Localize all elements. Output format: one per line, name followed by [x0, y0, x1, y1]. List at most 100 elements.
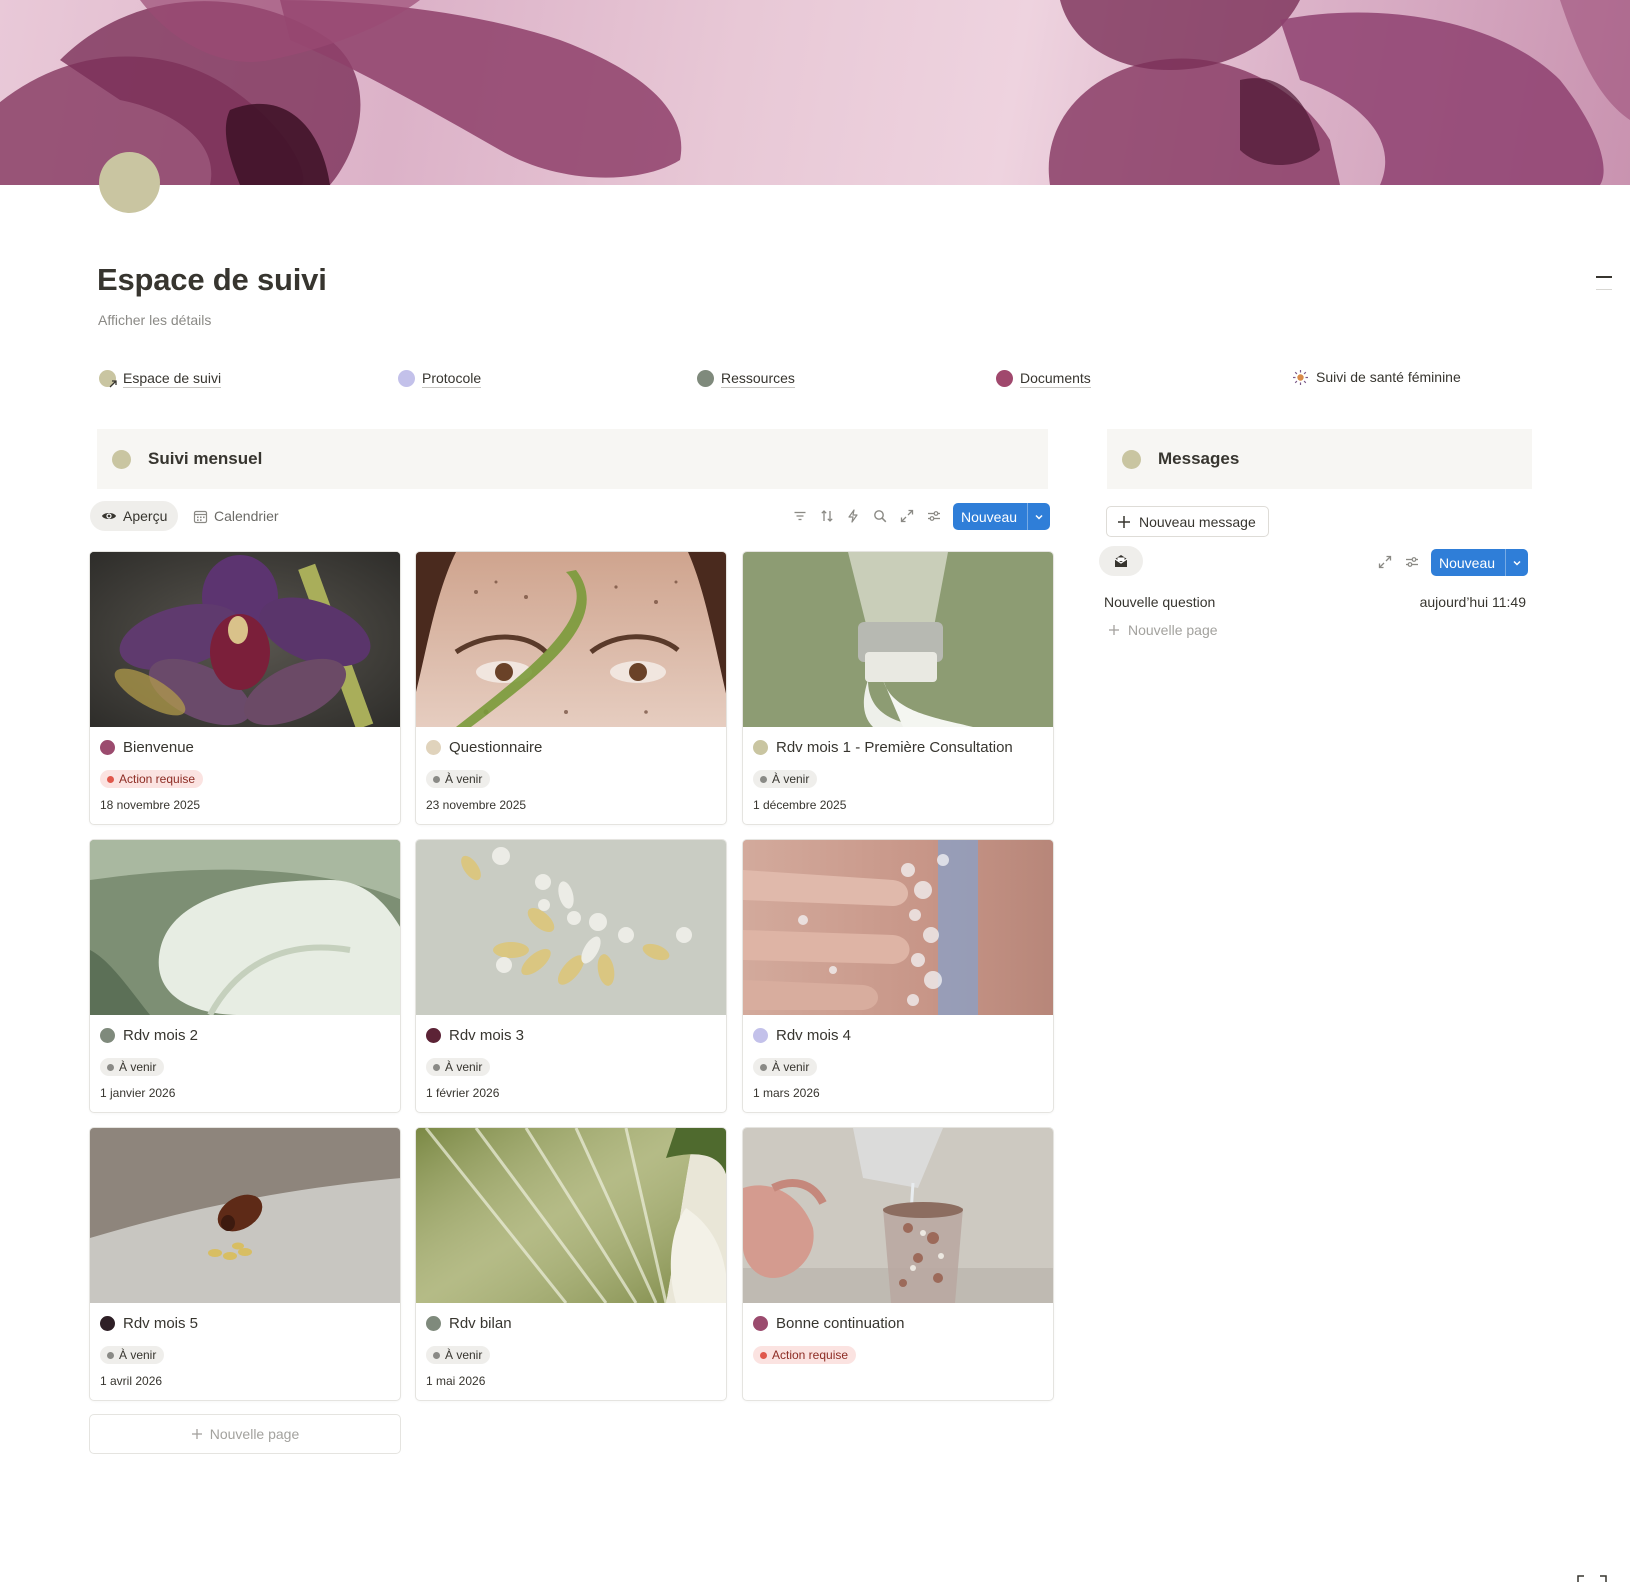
card-title: Rdv mois 4: [753, 1027, 851, 1044]
search-icon[interactable]: [871, 507, 889, 525]
tab-label: Calendrier: [214, 508, 279, 524]
chevron-down-icon[interactable]: [1028, 503, 1050, 530]
new-button-label: Nouveau: [953, 503, 1029, 530]
card-name: Rdv bilan: [449, 1315, 512, 1332]
card-date: 1 mai 2026: [426, 1374, 486, 1388]
card-rdv-mois-4[interactable]: Rdv mois 4 À venir 1 mars 2026: [742, 839, 1054, 1113]
new-page-button[interactable]: Nouvelle page: [89, 1414, 401, 1454]
status-badge: À venir: [753, 770, 818, 788]
status-dot-icon: [753, 740, 768, 755]
new-message-record-button[interactable]: Nouveau: [1431, 549, 1529, 576]
tab-inbox[interactable]: [1099, 546, 1143, 576]
status-text: À venir: [772, 1060, 810, 1074]
card-rdv-mois-1[interactable]: Rdv mois 1 - Première Consultation À ven…: [742, 551, 1054, 825]
card-name: Rdv mois 2: [123, 1027, 199, 1044]
status-text: À venir: [119, 1348, 157, 1362]
message-title: Nouvelle question: [1104, 594, 1216, 610]
card-cover-image: [416, 552, 726, 727]
nav-link-ressources[interactable]: Ressources: [697, 369, 795, 388]
status-badge: À venir: [753, 1058, 818, 1076]
card-date: 1 janvier 2026: [100, 1086, 176, 1100]
card-questionnaire[interactable]: Questionnaire À venir 23 novembre 2025: [415, 551, 727, 825]
suivi-mensuel-header: Suivi mensuel: [97, 429, 1048, 489]
status-text: À venir: [119, 1060, 157, 1074]
card-cover-image: [90, 552, 400, 727]
status-dot-icon: [100, 740, 115, 755]
status-dot-icon: [426, 740, 441, 755]
plus-icon: [1109, 625, 1119, 635]
section-title: Messages: [1158, 449, 1240, 468]
nav-link-label: Suivi de santé féminine: [1316, 369, 1461, 385]
chevron-down-icon[interactable]: [1506, 549, 1528, 576]
status-badge: À venir: [426, 1058, 491, 1076]
section-dot-icon: [112, 449, 131, 469]
new-message-button[interactable]: Nouveau message: [1106, 506, 1269, 537]
status-dot-icon: [426, 1028, 441, 1043]
messages-header: Messages: [1107, 429, 1532, 489]
tab-calendrier[interactable]: Calendrier: [182, 501, 290, 531]
sun-icon: [1292, 369, 1309, 386]
card-rdv-mois-5[interactable]: Rdv mois 5 À venir 1 avril 2026: [89, 1127, 401, 1401]
link-dot-icon: [398, 370, 415, 387]
status-dot-icon: [753, 1316, 768, 1331]
card-cover-image: [743, 552, 1053, 727]
nav-link-documents[interactable]: Documents: [996, 369, 1091, 388]
status-badge: À venir: [100, 1346, 165, 1364]
status-dot-icon: [100, 1028, 115, 1043]
status-text: Action requise: [772, 1348, 849, 1362]
nav-link-espace-de-suivi[interactable]: Espace de suivi: [99, 369, 222, 388]
nav-link-protocole[interactable]: Protocole: [398, 369, 482, 388]
show-details-link[interactable]: Afficher les détails: [98, 312, 211, 328]
new-message-page-button[interactable]: Nouvelle page: [1108, 622, 1218, 638]
card-bonne-continuation[interactable]: Bonne continuation Action requise: [742, 1127, 1054, 1401]
card-title: Rdv mois 1 - Première Consultation: [753, 739, 1013, 756]
status-text: À venir: [772, 772, 810, 786]
card-name: Rdv mois 1 - Première Consultation: [776, 739, 1013, 756]
expand-icon[interactable]: [898, 507, 916, 525]
link-dot-icon: [697, 370, 714, 387]
expand-icon[interactable]: [1376, 553, 1394, 571]
card-title: Rdv mois 3: [426, 1027, 524, 1044]
new-page-label: Nouvelle page: [209, 1426, 300, 1442]
status-text: À venir: [445, 1348, 483, 1362]
nav-links: Espace de suivi Protocole Ressources Doc…: [99, 369, 1499, 391]
new-button-label: Nouveau: [1431, 549, 1507, 576]
card-cover-image: [416, 1128, 726, 1303]
link-dot-icon: [99, 370, 117, 388]
plus-icon: [1118, 515, 1130, 528]
settings-icon[interactable]: [925, 507, 943, 525]
nav-link-suivi-sante[interactable]: Suivi de santé féminine: [1292, 368, 1461, 386]
settings-icon[interactable]: [1403, 553, 1421, 571]
card-title: Questionnaire: [426, 739, 542, 756]
card-rdv-bilan[interactable]: Rdv bilan À venir 1 mai 2026: [415, 1127, 727, 1401]
card-cover-image: [90, 840, 400, 1015]
sort-icon[interactable]: [818, 507, 836, 525]
filter-icon[interactable]: [791, 507, 809, 525]
fullscreen-icon[interactable]: [1572, 1570, 1612, 1584]
status-dot-icon: [100, 1316, 115, 1331]
tab-apercu[interactable]: Aperçu: [90, 501, 179, 531]
card-name: Questionnaire: [449, 739, 543, 756]
new-message-label: Nouveau message: [1139, 513, 1256, 530]
card-bienvenue[interactable]: Bienvenue Action requise 18 novembre 202…: [89, 551, 401, 825]
status-badge: Action requise: [100, 770, 204, 788]
card-title: Bonne continuation: [753, 1315, 904, 1332]
card-name: Rdv mois 5: [123, 1315, 199, 1332]
collapse-icon[interactable]: [1596, 276, 1612, 278]
status-badge: À venir: [426, 770, 491, 788]
card-rdv-mois-2[interactable]: Rdv mois 2 À venir 1 janvier 2026: [89, 839, 401, 1113]
page-icon[interactable]: [99, 152, 160, 213]
section-title: Suivi mensuel: [148, 449, 263, 468]
card-title: Bienvenue: [100, 739, 194, 756]
nav-link-label: Espace de suivi: [123, 370, 222, 388]
nav-link-label: Ressources: [721, 370, 795, 388]
new-card-button[interactable]: Nouveau: [953, 503, 1051, 530]
card-title: Rdv bilan: [426, 1315, 512, 1332]
card-rdv-mois-3[interactable]: Rdv mois 3 À venir 1 février 2026: [415, 839, 727, 1113]
status-badge: À venir: [100, 1058, 165, 1076]
automation-icon[interactable]: [844, 507, 862, 525]
list-item[interactable]: Nouvelle question aujourd’hui 11:49: [1104, 592, 1526, 612]
status-text: Action requise: [119, 772, 196, 786]
tab-label: Aperçu: [123, 508, 168, 524]
status-dot-icon: [426, 1316, 441, 1331]
